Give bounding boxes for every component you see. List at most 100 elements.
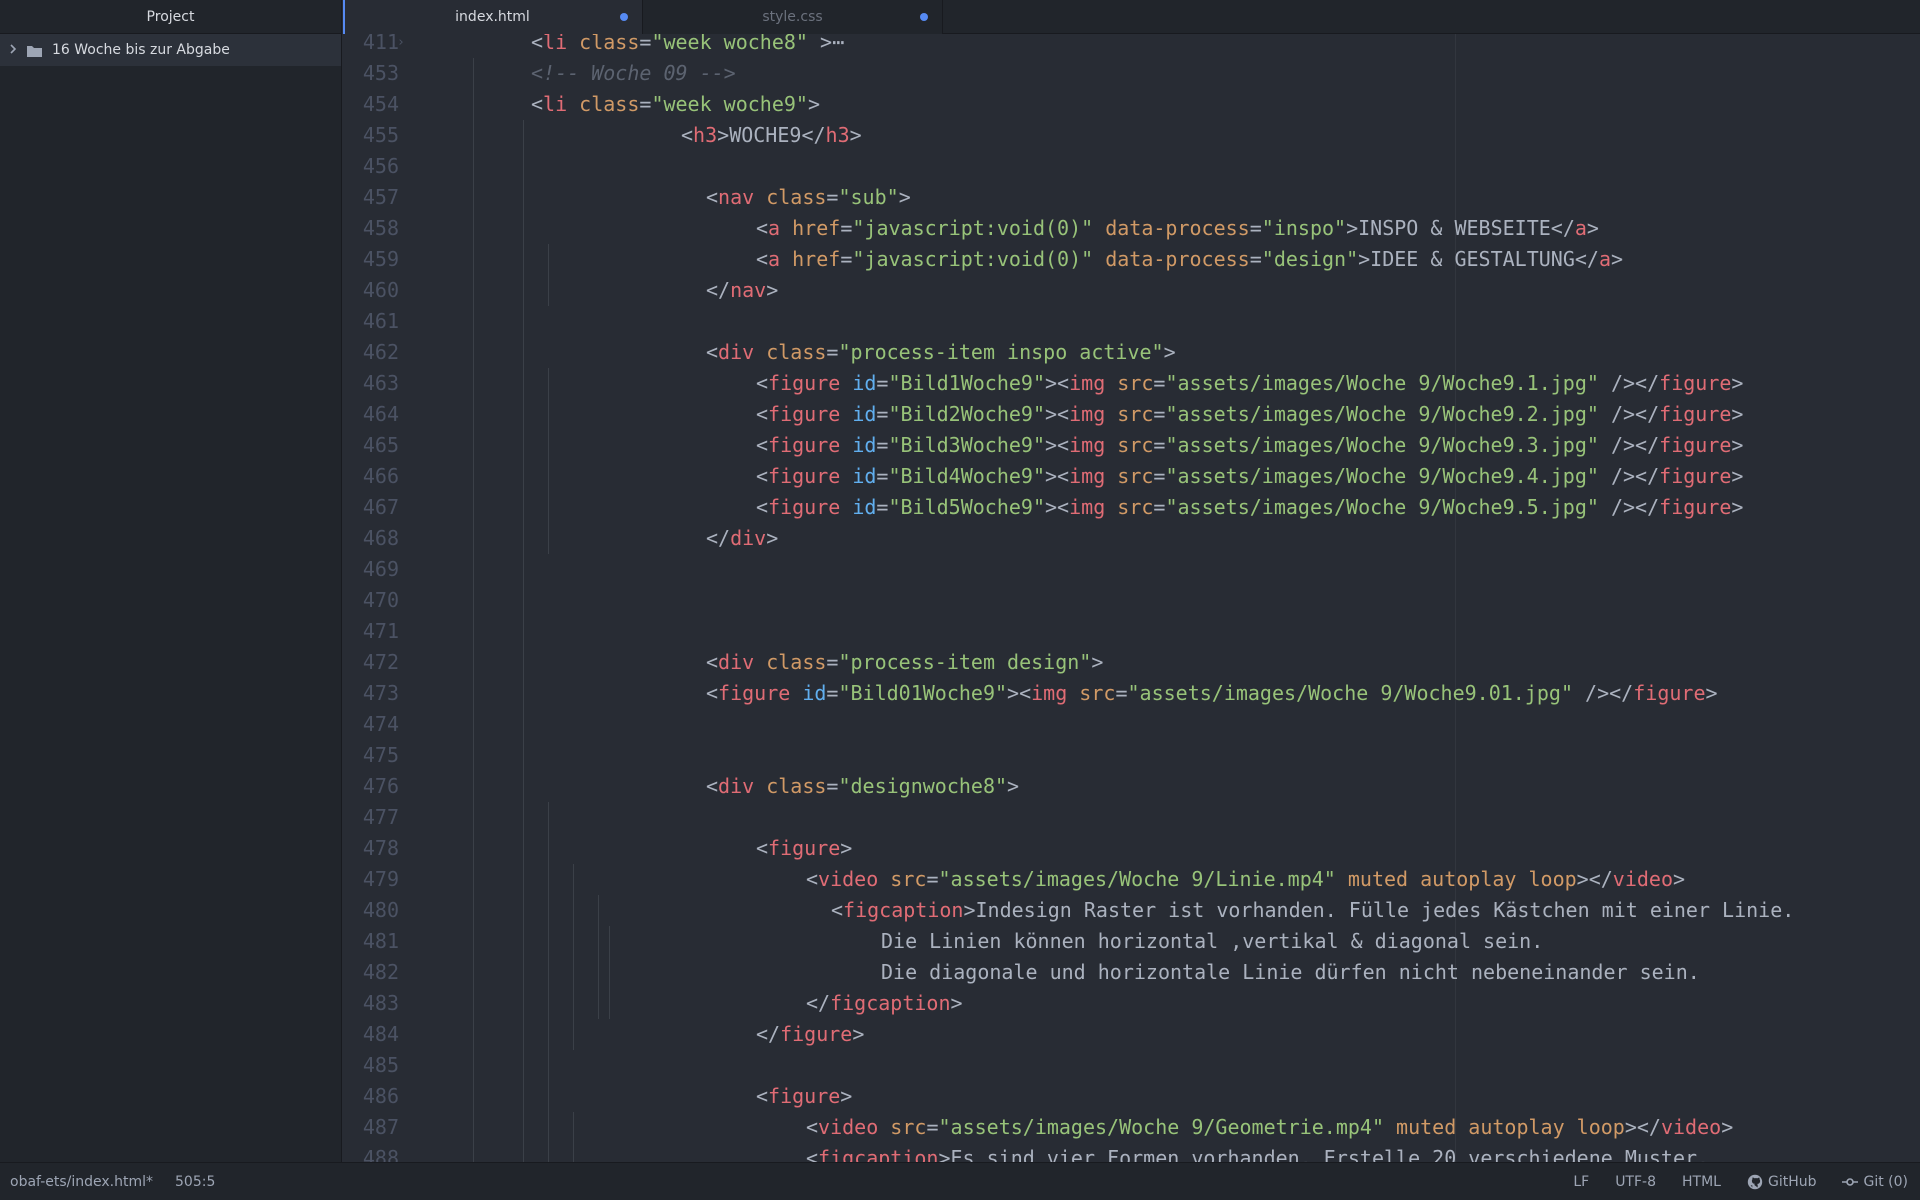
line-number[interactable]: 470 — [363, 585, 399, 616]
line-number[interactable]: 480 — [363, 895, 399, 926]
chevron-right-icon[interactable] — [8, 43, 22, 58]
line-number[interactable]: 411 — [363, 34, 399, 58]
line-number[interactable]: 467 — [363, 492, 399, 523]
code-line[interactable]: </nav> — [421, 275, 1920, 306]
line-number[interactable]: 486 — [363, 1081, 399, 1112]
code-token: = — [826, 340, 839, 364]
code-line[interactable]: <!-- Woche 09 --> — [421, 58, 1920, 89]
code-line[interactable]: </figcaption> — [421, 988, 1920, 1019]
code-line[interactable]: <figure id="Bild01Woche9"><img src="asse… — [421, 678, 1920, 709]
line-number[interactable]: 456 — [363, 151, 399, 182]
line-number[interactable]: 468 — [363, 523, 399, 554]
line-number[interactable]: 481 — [363, 926, 399, 957]
code-line[interactable] — [421, 585, 1920, 616]
code-line[interactable] — [421, 151, 1920, 182]
code-line[interactable]: <figcaption>Indesign Raster ist vorhande… — [421, 895, 1920, 926]
code-line[interactable]: <nav class="sub"> — [421, 182, 1920, 213]
tree-root-folder[interactable]: 16 Woche bis zur Abgabe — [0, 34, 341, 66]
line-number-gutter[interactable]: 411 › 453 454 455 456 457 458 459 460 461 462 463 464… — [343, 34, 421, 1162]
line-number[interactable]: 474 — [363, 709, 399, 740]
line-number[interactable]: 488 — [363, 1143, 399, 1162]
status-grammar[interactable]: HTML — [1682, 1174, 1721, 1190]
line-number[interactable]: 487 — [363, 1112, 399, 1143]
line-number[interactable]: 478 — [363, 833, 399, 864]
code-line[interactable]: <figure> — [421, 833, 1920, 864]
line-number[interactable]: 464 — [363, 399, 399, 430]
line-number[interactable]: 476 — [363, 771, 399, 802]
code-line[interactable] — [421, 554, 1920, 585]
code-token: < — [756, 371, 769, 395]
code-line[interactable]: <video src="assets/images/Woche 9/Geomet… — [421, 1112, 1920, 1143]
status-line-ending[interactable]: LF — [1573, 1174, 1589, 1190]
code-line[interactable]: <a href="javascript:void(0)" data-proces… — [421, 213, 1920, 244]
line-number[interactable]: 479 — [363, 864, 399, 895]
code-line[interactable]: Die Linien können horizontal ,vertikal &… — [421, 926, 1920, 957]
line-number[interactable]: 461 — [363, 306, 399, 337]
code-line[interactable] — [421, 1050, 1920, 1081]
line-number[interactable]: 462 — [363, 337, 399, 368]
line-number[interactable]: 472 — [363, 647, 399, 678]
code-line[interactable]: </figure> — [421, 1019, 1920, 1050]
status-file-path[interactable]: obaf-ets/index.html* — [10, 1174, 153, 1190]
code-line[interactable] — [421, 802, 1920, 833]
code-line[interactable]: <figure id="Bild5Woche9"><img src="asset… — [421, 492, 1920, 523]
code-line[interactable]: <h3>WOCHE9</h3> — [421, 120, 1920, 151]
code-line[interactable]: <video src="assets/images/Woche 9/Linie.… — [421, 864, 1920, 895]
line-number[interactable]: 471 — [363, 616, 399, 647]
code-line[interactable]: <li class="week woche8" >⋯ — [421, 34, 1920, 58]
modified-indicator-icon[interactable] — [920, 13, 928, 21]
code-token: figure — [768, 495, 841, 519]
line-number[interactable]: 485 — [363, 1050, 399, 1081]
code-line[interactable] — [421, 740, 1920, 771]
code-line[interactable]: <div class="process-item design"> — [421, 647, 1920, 678]
code-token: "Bild3Woche9" — [888, 433, 1046, 457]
line-number[interactable]: 457 — [363, 182, 399, 213]
status-git-button[interactable]: Git (0) — [1842, 1174, 1908, 1190]
line-number[interactable]: 453 — [363, 58, 399, 89]
code-line[interactable] — [421, 709, 1920, 740]
line-number[interactable]: 454 — [363, 89, 399, 120]
code-line[interactable] — [421, 616, 1920, 647]
code-line[interactable]: <a href="javascript:void(0)" data-proces… — [421, 244, 1920, 275]
line-number[interactable]: 460 — [363, 275, 399, 306]
line-number[interactable]: 473 — [363, 678, 399, 709]
line-number[interactable]: 482 — [363, 957, 399, 988]
line-number[interactable]: 459 — [363, 244, 399, 275]
line-number[interactable]: 465 — [363, 430, 399, 461]
line-number[interactable]: 469 — [363, 554, 399, 585]
code-line[interactable] — [421, 306, 1920, 337]
code-line[interactable]: <li class="week woche9"> — [421, 89, 1920, 120]
line-number[interactable]: 484 — [363, 1019, 399, 1050]
code-editor[interactable]: 411 › 453 454 455 456 457 458 459 460 461 462 463 464… — [343, 34, 1920, 1162]
code-token: id — [840, 464, 877, 488]
tab-index-html[interactable]: index.html — [343, 0, 643, 35]
modified-indicator-icon[interactable] — [620, 13, 628, 21]
line-number[interactable]: 458 — [363, 213, 399, 244]
line-number[interactable]: 466 — [363, 461, 399, 492]
code-token: </ — [806, 991, 831, 1015]
code-line[interactable]: </div> — [421, 523, 1920, 554]
code-line[interactable]: <figure id="Bild1Woche9"><img src="asset… — [421, 368, 1920, 399]
code-token: figure — [1659, 464, 1732, 488]
code-line[interactable]: <figure id="Bild2Woche9"><img src="asset… — [421, 399, 1920, 430]
code-line[interactable]: <div class="designwoche8"> — [421, 771, 1920, 802]
fold-chevron-icon[interactable]: › — [397, 34, 405, 58]
line-number[interactable]: 477 — [363, 802, 399, 833]
code-line[interactable]: <div class="process-item inspo active"> — [421, 337, 1920, 368]
tab-label: style.css — [762, 9, 823, 25]
status-encoding[interactable]: UTF-8 — [1615, 1174, 1656, 1190]
code-line[interactable]: <figure id="Bild4Woche9"><img src="asset… — [421, 461, 1920, 492]
code-token: div — [718, 774, 755, 798]
tab-style-css[interactable]: style.css — [643, 0, 943, 34]
line-number[interactable]: 475 — [363, 740, 399, 771]
code-line[interactable]: <figure> — [421, 1081, 1920, 1112]
code-line[interactable]: <figcaption>Es sind vier Formen vorhande… — [421, 1143, 1920, 1162]
line-number[interactable]: 463 — [363, 368, 399, 399]
line-number[interactable]: 483 — [363, 988, 399, 1019]
code-area[interactable]: <li class="week woche8" >⋯ <!-- Woche 09 … — [421, 34, 1920, 1162]
code-line[interactable]: Die diagonale und horizontale Linie dürf… — [421, 957, 1920, 988]
status-cursor-position[interactable]: 505:5 — [175, 1174, 215, 1190]
status-github-button[interactable]: GitHub — [1747, 1174, 1816, 1190]
code-line[interactable]: <figure id="Bild3Woche9"><img src="asset… — [421, 430, 1920, 461]
line-number[interactable]: 455 — [363, 120, 399, 151]
